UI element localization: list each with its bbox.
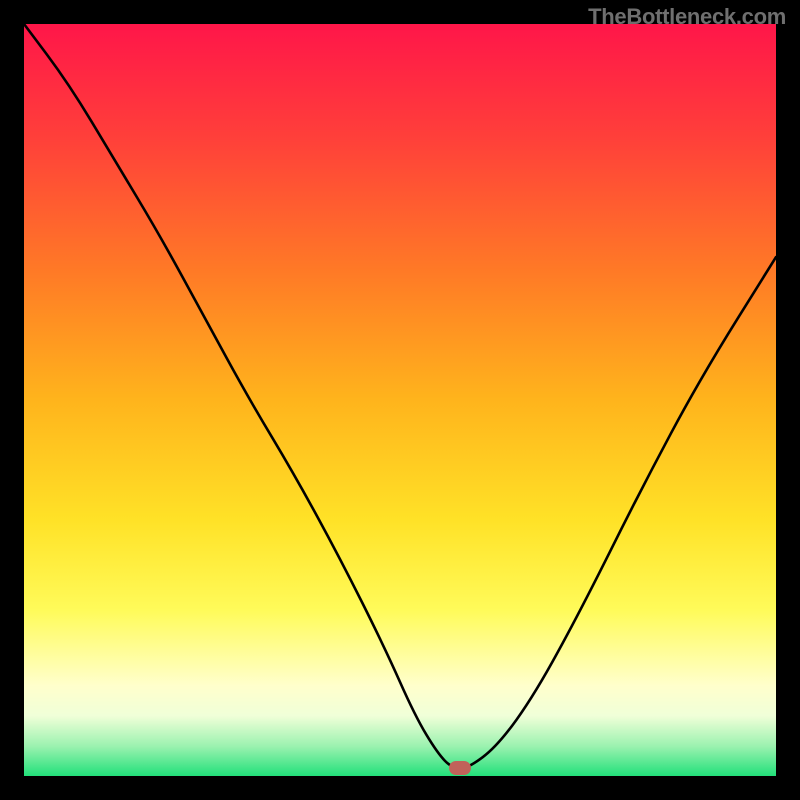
curve-layer bbox=[24, 24, 776, 776]
bottleneck-curve bbox=[24, 24, 776, 769]
plot-area bbox=[24, 24, 776, 776]
chart-frame: TheBottleneck.com bbox=[0, 0, 800, 800]
optimal-marker bbox=[449, 761, 471, 775]
watermark-text: TheBottleneck.com bbox=[588, 4, 786, 30]
